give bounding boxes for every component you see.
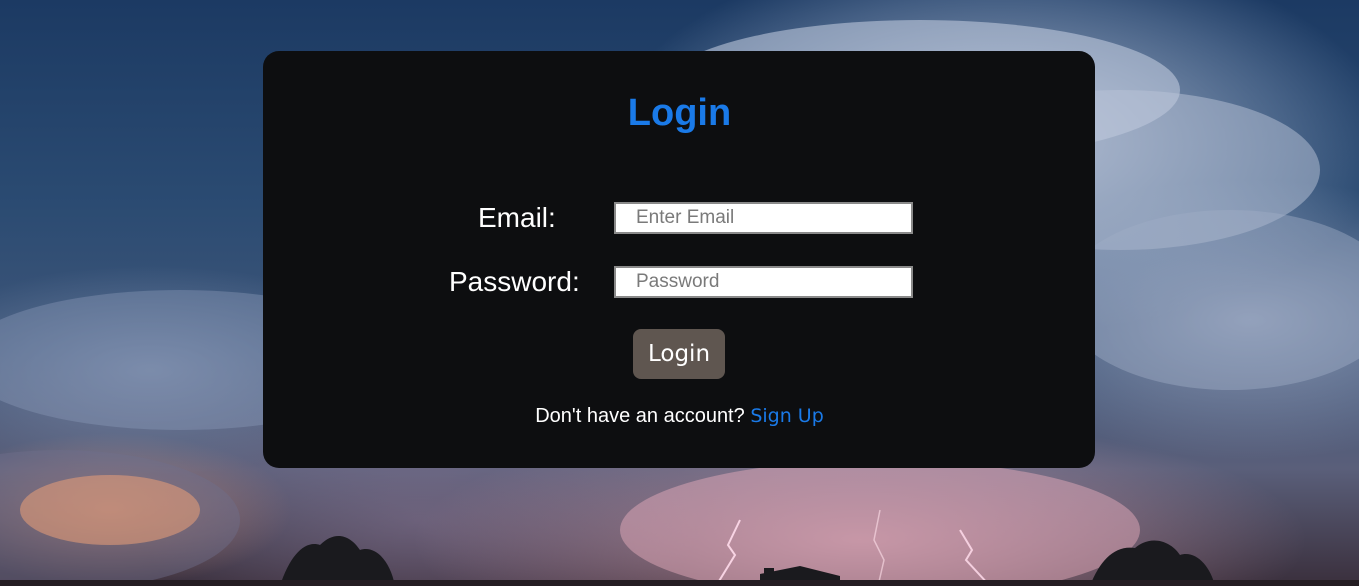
signup-prompt-line: Don't have an account? Sign Up [0, 404, 1359, 428]
email-input[interactable] [614, 202, 913, 234]
signup-prompt-text: Don't have an account? [535, 405, 745, 427]
login-title: Login [627, 92, 732, 134]
password-input[interactable] [614, 266, 913, 298]
password-label: Password: [449, 266, 580, 297]
email-label: Email: [478, 202, 556, 233]
login-button[interactable]: Login [633, 329, 725, 379]
signup-link[interactable]: Sign Up [750, 405, 823, 427]
